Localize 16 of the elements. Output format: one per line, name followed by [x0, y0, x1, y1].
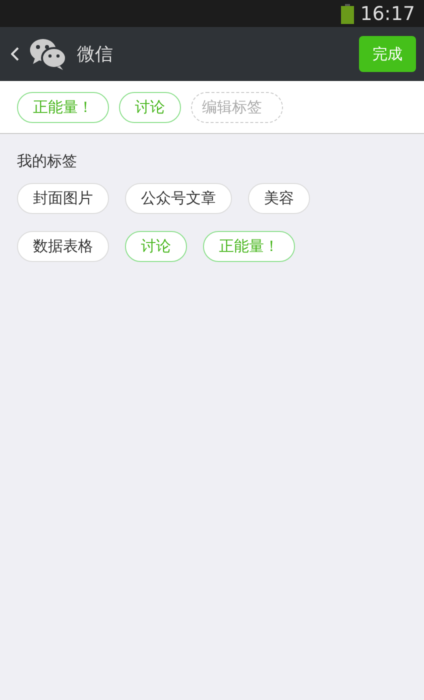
header-title: 微信 [77, 43, 114, 66]
battery-icon [341, 4, 354, 24]
tag-chip[interactable]: 美容 [248, 183, 310, 214]
tag-input-field[interactable]: 编辑标签 [191, 92, 283, 122]
chat-bubbles-icon [29, 38, 67, 70]
back-icon[interactable] [11, 47, 19, 61]
tag-chip[interactable]: 封面图片 [17, 183, 109, 214]
done-button[interactable]: 完成 [359, 36, 416, 72]
selected-tag[interactable]: 讨论 [119, 92, 181, 122]
tag-chip[interactable]: 讨论 [125, 231, 187, 262]
tag-chip[interactable]: 公众号文章 [125, 183, 232, 214]
selected-tag[interactable]: 正能量！ [17, 92, 109, 122]
tag-chip[interactable]: 数据表格 [17, 231, 109, 262]
status-time: 16:17 [360, 2, 415, 24]
tag-chip[interactable]: 正能量！ [203, 231, 295, 262]
section-heading: 我的标签 [17, 152, 78, 171]
